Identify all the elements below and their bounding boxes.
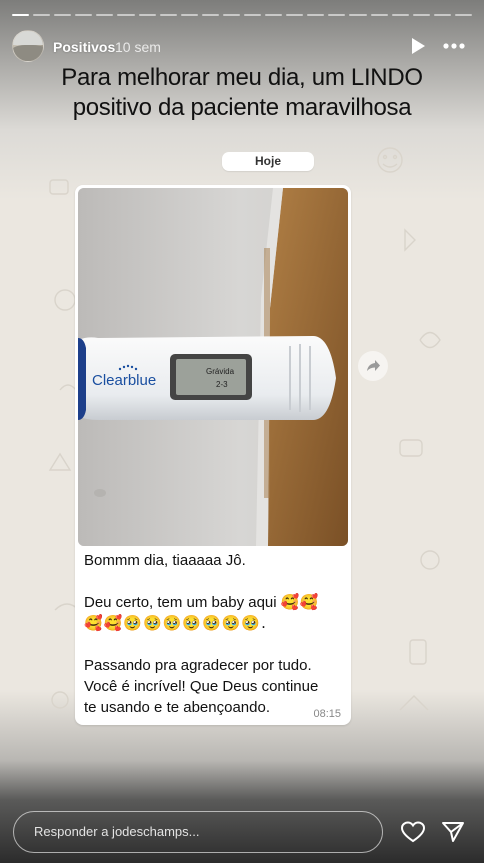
story-progress-segment [138,14,156,16]
forward-icon [367,360,380,371]
more-options-icon[interactable] [442,36,466,56]
story-caption: Para melhorar meu dia, um LINDO positivo… [0,63,484,123]
story-progress-bar [12,14,472,18]
story-progress-segment [96,14,114,16]
message-line: Bommm dia, tiaaaaa Jô. [84,552,246,569]
forward-button[interactable] [358,351,388,381]
message-text: Bommm dia, tiaaaaa Jô. Deu certo, tem um… [84,550,340,718]
message-line: 🥰🥰🥹🥹🥹🥹🥹🥹🥹. [84,614,267,632]
caption-line: positivo da paciente maravilhosa [72,94,412,121]
post-time: 10 sem [115,39,161,55]
message-line: Você é incrível! Que Deus continue [84,678,319,695]
story-progress-segment [33,14,51,16]
date-separator: Hoje [222,152,314,171]
story-progress-segment [328,14,346,16]
story-progress-segment [454,14,472,16]
message-line: Deu certo, tem um baby aqui 🥰🥰 [84,594,319,611]
username[interactable]: Positivos [53,39,115,55]
story-progress-segment [201,14,219,16]
heart-icon[interactable] [400,820,426,844]
message-line: Passando pra agradecer por tudo. [84,657,312,674]
story-progress-segment [265,14,283,16]
story-view[interactable]: Positivos 10 sem Para melhorar meu dia, … [0,0,484,863]
story-progress-segment [12,14,30,16]
story-progress-segment [391,14,409,16]
story-progress-segment [412,14,430,16]
story-progress-segment [54,14,72,16]
reply-input[interactable]: Responder a jodeschamps... [13,811,383,853]
story-progress-segment [75,14,93,16]
caption-line: Para melhorar meu dia, um LINDO [61,64,423,91]
story-progress-segment [159,14,177,16]
story-progress-segment [307,14,325,16]
test-display-text: Grávida [206,367,235,376]
clearblue-logo-text: Clearblue [92,372,156,389]
avatar[interactable] [12,30,44,62]
play-icon[interactable] [408,36,428,56]
story-progress-segment [286,14,304,16]
chat-message-bubble: Grávida 2-3 Clearblue Bommm dia, tiaaaaa… [75,185,351,725]
pregnancy-test-photo[interactable]: Grávida 2-3 Clearblue [78,188,348,546]
story-header: Positivos 10 sem [12,30,472,62]
message-line: te usando e te abençoando. [84,699,270,716]
test-display-weeks: 2-3 [216,380,228,389]
story-progress-segment [370,14,388,16]
story-progress-segment [349,14,367,16]
story-progress-segment [244,14,262,16]
story-progress-segment [433,14,451,16]
message-timestamp: 08:15 [313,708,341,720]
story-progress-segment [117,14,135,16]
story-progress-segment [222,14,240,16]
story-progress-segment [180,14,198,16]
send-icon[interactable] [440,820,466,844]
